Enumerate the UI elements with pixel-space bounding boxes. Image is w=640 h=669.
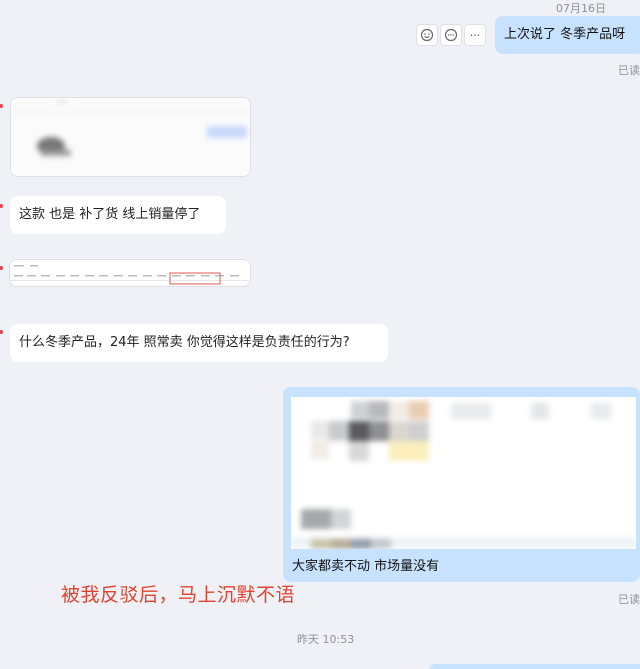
unread-dot: [0, 204, 3, 208]
unread-dot: [0, 330, 3, 334]
chat-bubble-other[interactable]: 什么冬季产品，24年 照常卖 你觉得这样是负责任的行为?: [10, 324, 388, 362]
image-message[interactable]: [291, 397, 636, 549]
unread-dot: [0, 266, 3, 270]
image-message[interactable]: [10, 97, 251, 177]
blurred-image-content: [11, 98, 250, 176]
blurred-image-content: [291, 397, 636, 549]
chat-bubble-self[interactable]: 上次说了 冬季产品呀: [495, 16, 640, 54]
annotation-text: 被我反驳后，马上沉默不语: [61, 584, 296, 606]
read-status: 已读: [618, 593, 640, 606]
message-text: 上次说了 冬季产品呀: [504, 27, 626, 42]
chat-bubble-self[interactable]: [430, 664, 640, 669]
message-timestamp: 昨天 10:53: [297, 633, 355, 646]
emoji-reaction-icon[interactable]: [416, 24, 438, 46]
read-status: 已读: [618, 64, 640, 77]
unread-dot: [0, 104, 3, 108]
message-text: 这款 也是 补了货 线上销量停了: [19, 207, 201, 222]
chat-bubble-self-image[interactable]: 大家都卖不动 市场量没有: [283, 387, 640, 582]
more-options-icon[interactable]: ···: [464, 24, 486, 46]
blurred-image-content: [10, 260, 250, 286]
spreadsheet-image[interactable]: [9, 259, 251, 287]
chat-bubble-other[interactable]: 这款 也是 补了货 线上销量停了: [10, 196, 226, 234]
image-caption: 大家都卖不动 市场量没有: [292, 559, 440, 574]
reply-comment-icon[interactable]: [440, 24, 462, 46]
message-text: 什么冬季产品，24年 照常卖 你觉得这样是负责任的行为?: [19, 335, 350, 350]
